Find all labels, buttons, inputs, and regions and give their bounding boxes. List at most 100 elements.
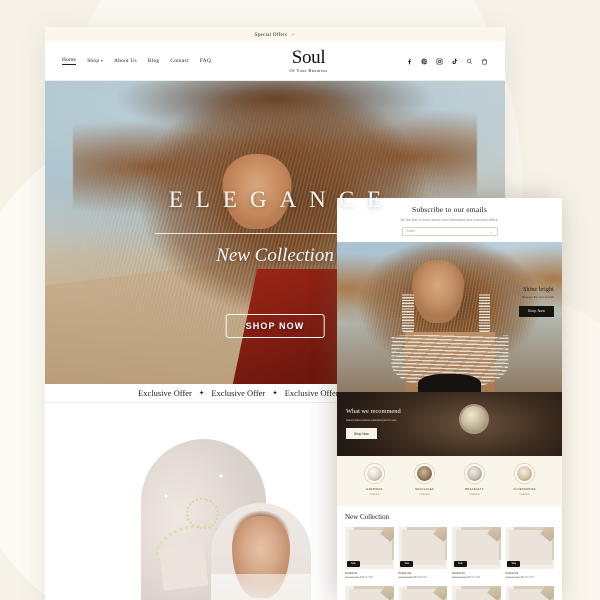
category-thumbnail — [466, 465, 483, 482]
product-image: Sale — [345, 586, 394, 600]
product-card[interactable]: Sale Product 05 $129.00 USD $89.00 USD — [345, 586, 394, 600]
sale-badge: Sale — [507, 560, 521, 568]
product-compare-price: $129.00 USD — [345, 576, 360, 580]
site-logo[interactable]: Soul Of Your Business — [211, 46, 406, 74]
new-collection-title: New Collection — [345, 513, 390, 521]
recommendation-section: What we recommend Hand picked pieces sel… — [337, 392, 562, 456]
product-image: Sale — [345, 527, 394, 569]
hero-banner: ELEGANCE New Collection SHOP NOW — [45, 81, 505, 384]
product-image: Sale — [505, 527, 554, 569]
category-subtitle: Collection — [469, 492, 480, 496]
new-collection-section: New Collection Sale Product 01 $129.00 U… — [337, 506, 562, 600]
product-price: $129.00 USD $89.00 USD — [452, 576, 501, 579]
jewelry-card-shape — [158, 542, 209, 591]
hero-divider — [155, 232, 395, 234]
announcement-bar[interactable]: Special Offers → — [45, 27, 505, 42]
instagram-icon[interactable] — [436, 58, 443, 65]
product-name: Product 03 — [452, 571, 465, 575]
nav-label: Shop — [87, 58, 100, 64]
sale-badge: Sale — [453, 560, 467, 568]
cart-icon[interactable] — [481, 58, 488, 65]
product-card[interactable]: Sale Product 08 $129.00 USD $89.00 USD — [505, 586, 554, 600]
category-item-necklaces[interactable]: NECKLACES Collection — [407, 463, 443, 496]
recommendation-description: Hand picked pieces selected just for you… — [346, 417, 397, 422]
product-card[interactable]: Sale Product 03 $129.00 USD $89.00 USD — [452, 527, 501, 579]
product-image: Sale — [452, 527, 501, 569]
hero-shop-now-button[interactable]: SHOP NOW — [225, 314, 325, 339]
pinterest-icon[interactable] — [421, 58, 428, 65]
category-subtitle: Collection — [519, 492, 530, 496]
header-actions — [406, 58, 488, 65]
product-sale-price: $89.00 USD — [467, 576, 481, 580]
model-portrait-image — [211, 503, 311, 600]
hero-subtitle: New Collection — [216, 244, 334, 266]
product-name: Product 01 — [345, 571, 358, 575]
sparkle-icon: ✦ — [272, 390, 278, 397]
product-card[interactable]: Sale Product 01 $129.00 USD $89.00 USD — [345, 527, 394, 579]
nav-item-shop[interactable]: Shop ▾ — [87, 58, 103, 64]
primary-navigation: Home Shop ▾ About Us Blog Contact FAQ — [62, 57, 211, 65]
nav-item-blog[interactable]: Blog — [148, 58, 159, 64]
category-thumbnail — [366, 465, 383, 482]
sparkle-icon: ✦ — [198, 390, 205, 397]
overlay-hero-shop-now-button[interactable]: Shop Now — [518, 305, 554, 317]
product-price: $129.00 USD $89.00 USD — [399, 576, 448, 579]
product-card[interactable]: Sale Product 04 $129.00 USD $89.00 USD — [505, 527, 555, 579]
product-sale-price: $89.00 USD — [360, 576, 374, 580]
category-circles-row: EARRINGS Collection NECKLACES Collection… — [337, 456, 562, 506]
product-name: Product 02 — [398, 571, 412, 575]
nav-item-about-us[interactable]: About Us — [114, 58, 137, 64]
product-name: Product 04 — [505, 571, 519, 575]
category-item-bracelets[interactable]: BRACELETS Collection — [457, 463, 493, 496]
tiktok-icon[interactable] — [451, 58, 458, 65]
brand-tagline: Of Your Business — [289, 68, 328, 74]
recommendation-title: What we recommend — [346, 408, 401, 415]
category-item-accessories[interactable]: ACCESSORIES Collection — [507, 463, 543, 496]
site-header: Home Shop ▾ About Us Blog Contact FAQ Sou… — [45, 42, 505, 81]
product-price: $129.00 USD $89.00 USD — [506, 576, 555, 579]
pendant-shape — [460, 406, 487, 433]
marquee-text: Exclusive Offer — [211, 388, 266, 398]
overlay-hero-title: Shine bright — [523, 287, 554, 293]
product-sale-price: $89.00 USD — [413, 576, 427, 580]
nav-item-home[interactable]: Home — [62, 57, 77, 65]
chevron-down-icon: ▾ — [100, 58, 104, 63]
search-icon[interactable] — [466, 58, 473, 65]
nav-item-faq[interactable]: FAQ — [200, 58, 211, 64]
category-ring — [464, 463, 485, 484]
nav-label: Contact — [170, 58, 189, 64]
hero-title: ELEGANCE — [168, 187, 395, 213]
nav-label: About Us — [114, 58, 137, 64]
product-image: Sale — [452, 586, 501, 600]
facebook-icon[interactable] — [406, 58, 413, 65]
product-compare-price: $129.00 USD — [505, 576, 520, 580]
recommendation-content: What we recommend Hand picked pieces sel… — [346, 408, 401, 440]
arrow-right-icon: → — [290, 32, 296, 37]
overlay-hero-content: Shine bright Discover the new arrivals S… — [518, 287, 554, 317]
product-card[interactable]: Sale Product 07 $129.00 USD $89.00 USD — [452, 586, 501, 600]
product-grid: Sale Product 01 $129.00 USD $89.00 USD S… — [345, 527, 554, 600]
recommendation-shop-now-button[interactable]: Shop Now — [346, 428, 377, 439]
category-title: ACCESSORIES — [513, 487, 536, 491]
category-thumbnail — [416, 465, 433, 482]
sparkle-icon — [218, 474, 223, 479]
portrait-veil-shape — [211, 574, 311, 600]
sale-badge: Sale — [400, 560, 414, 568]
marquee-text: Exclusive Offer — [138, 388, 192, 398]
product-image: Sale — [505, 586, 554, 600]
category-ring — [364, 463, 385, 484]
announcement-text: Special Offers — [254, 31, 288, 38]
product-compare-price: $129.00 USD — [398, 576, 413, 580]
category-subtitle: Collection — [369, 492, 380, 496]
brand-name: Soul — [291, 46, 326, 68]
category-item-earrings[interactable]: EARRINGS Collection — [357, 463, 393, 496]
category-title: BRACELETS — [465, 487, 484, 491]
product-card[interactable]: Sale Product 06 $129.00 USD $89.00 USD — [398, 586, 447, 600]
category-title: NECKLACES — [415, 487, 434, 491]
overlay-hero-description: Discover the new arrivals — [521, 295, 554, 299]
hero-overlay-content: ELEGANCE New Collection SHOP NOW — [45, 81, 505, 384]
category-ring — [514, 463, 535, 484]
nav-item-contact[interactable]: Contact — [170, 58, 189, 64]
product-card[interactable]: Sale Product 02 $129.00 USD $89.00 USD — [398, 527, 448, 579]
product-image: Sale — [398, 586, 447, 600]
